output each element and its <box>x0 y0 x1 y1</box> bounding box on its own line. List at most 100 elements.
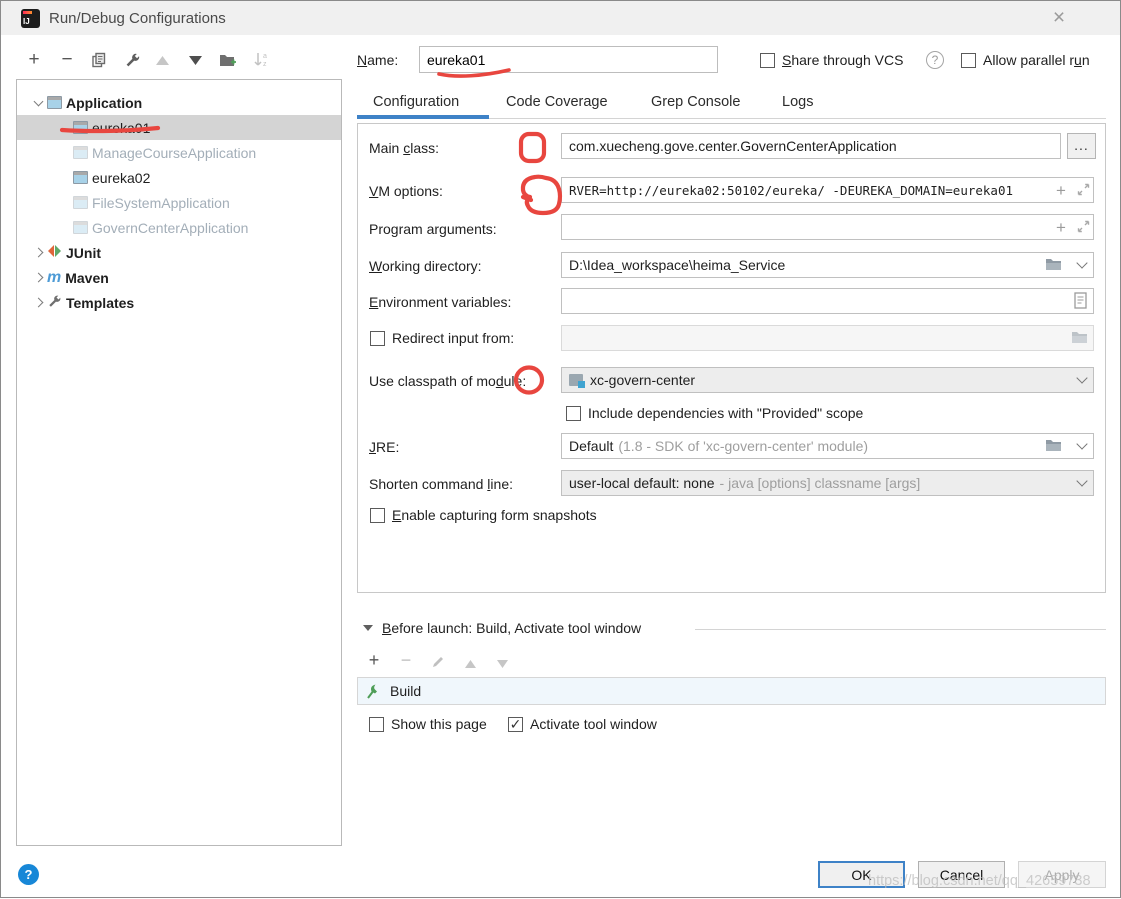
tab-logs[interactable]: Logs <box>782 94 813 110</box>
svg-text:a: a <box>263 53 267 60</box>
vm-options-add-icon[interactable]: + <box>1056 181 1066 201</box>
chevron-right-icon[interactable] <box>33 248 43 258</box>
tree-item-filesystemapplication[interactable]: FileSystemApplication <box>17 190 341 215</box>
tree-item-eureka01[interactable]: eureka01 <box>17 115 341 140</box>
tree-group-maven[interactable]: m Maven <box>17 265 341 290</box>
move-down-icon[interactable] <box>184 49 206 71</box>
program-arguments-add-icon[interactable]: + <box>1056 218 1066 238</box>
before-launch-remove-icon[interactable]: − <box>395 649 417 671</box>
shorten-cmd-combo[interactable]: user-local default: none - java [options… <box>561 470 1094 496</box>
share-vcs-label: Share through VCS <box>782 52 903 68</box>
jre-label: JRE: <box>369 439 399 455</box>
environment-variables-label: Environment variables: <box>369 294 511 310</box>
before-launch-down-icon[interactable] <box>491 653 513 675</box>
application-icon <box>73 146 88 159</box>
create-folder-icon[interactable] <box>217 49 239 71</box>
tree-item-label: eureka01 <box>92 120 150 136</box>
vm-options-field[interactable]: RVER=http://eureka02:50102/eureka/ -DEUR… <box>561 177 1094 203</box>
help-button[interactable]: ? <box>18 864 39 885</box>
tree-item-label: GovernCenterApplication <box>92 220 248 236</box>
redirect-input-field <box>561 325 1094 351</box>
redirect-input-checkbox[interactable] <box>370 331 385 346</box>
working-directory-folder-icon[interactable] <box>1045 258 1062 274</box>
remove-configuration-button[interactable]: − <box>56 49 78 71</box>
application-icon <box>73 196 88 209</box>
chevron-right-icon[interactable] <box>33 273 43 283</box>
main-class-value: com.xuecheng.gove.center.GovernCenterApp… <box>569 138 897 154</box>
environment-variables-field[interactable] <box>561 288 1094 314</box>
before-launch-divider <box>695 629 1106 630</box>
tab-grep-console[interactable]: Grep Console <box>651 94 740 110</box>
svg-text:z: z <box>263 61 267 68</box>
program-arguments-label: Program arguments: <box>369 221 497 237</box>
before-launch-up-icon[interactable] <box>459 653 481 675</box>
working-directory-field[interactable]: D:\Idea_workspace\heima_Service <box>561 252 1094 278</box>
program-arguments-expand-icon[interactable] <box>1077 220 1090 233</box>
vcs-help-icon[interactable]: ? <box>926 51 944 69</box>
name-input[interactable] <box>419 46 718 73</box>
application-icon <box>73 221 88 234</box>
before-launch-collapse-icon[interactable] <box>363 625 373 631</box>
share-vcs-checkbox[interactable] <box>760 53 775 68</box>
working-directory-label: Working directory: <box>369 258 482 274</box>
close-icon[interactable]: × <box>1044 7 1074 31</box>
move-up-icon[interactable] <box>151 49 173 71</box>
application-type-icon <box>47 96 62 109</box>
tree-group-templates[interactable]: Templates <box>17 290 341 315</box>
snapshots-label: Enable capturing form snapshots <box>392 507 597 523</box>
chevron-down-icon[interactable] <box>33 96 43 106</box>
environment-variables-browse-icon[interactable] <box>1074 292 1087 312</box>
program-arguments-field[interactable] <box>561 214 1094 240</box>
tab-code-coverage[interactable]: Code Coverage <box>506 94 608 110</box>
main-class-field[interactable]: com.xuecheng.gove.center.GovernCenterApp… <box>561 133 1061 159</box>
working-directory-value: D:\Idea_workspace\heima_Service <box>569 257 785 273</box>
provided-scope-checkbox[interactable] <box>566 406 581 421</box>
tree-item-governcenterapplication[interactable]: GovernCenterApplication <box>17 215 341 240</box>
tree-item-eureka02[interactable]: eureka02 <box>17 165 341 190</box>
snapshots-checkbox[interactable] <box>370 508 385 523</box>
activate-tool-window-checkbox[interactable]: ✓ <box>508 717 523 732</box>
allow-parallel-checkbox[interactable] <box>961 53 976 68</box>
vm-options-value: RVER=http://eureka02:50102/eureka/ -DEUR… <box>569 183 1013 198</box>
configurations-tree: Application eureka01 ManageCourseApplica… <box>16 79 342 846</box>
templates-wrench-icon <box>47 294 62 312</box>
before-launch-task-build[interactable]: Build <box>357 677 1106 705</box>
copy-configuration-icon[interactable] <box>88 49 110 71</box>
tree-group-application[interactable]: Application <box>17 90 341 115</box>
jre-value: Default <box>569 438 613 454</box>
tab-configuration[interactable]: Configuration <box>373 94 459 110</box>
sort-alphabetically-icon[interactable]: az <box>250 49 272 71</box>
redirect-input-label: Redirect input from: <box>392 330 514 346</box>
intellij-logo-icon: IJ <box>21 9 40 28</box>
tree-item-managecourseapplication[interactable]: ManageCourseApplication <box>17 140 341 165</box>
hammer-icon <box>366 683 382 699</box>
provided-scope-label: Include dependencies with "Provided" sco… <box>588 405 863 421</box>
tree-item-label: Maven <box>65 270 109 286</box>
name-label: Name: <box>357 52 398 68</box>
tree-group-junit[interactable]: JUnit <box>17 240 341 265</box>
application-icon <box>73 121 88 134</box>
add-configuration-button[interactable]: + <box>23 49 45 71</box>
allow-parallel-label: Allow parallel run <box>983 52 1090 68</box>
tree-item-label: FileSystemApplication <box>92 195 230 211</box>
tree-item-label: Application <box>66 95 142 111</box>
show-this-page-checkbox[interactable] <box>369 717 384 732</box>
before-launch-add-icon[interactable]: + <box>363 649 385 671</box>
tree-item-label: JUnit <box>66 245 101 261</box>
module-value: xc-govern-center <box>590 372 695 388</box>
before-launch-title: Before launch: Build, Activate tool wind… <box>382 620 641 636</box>
edit-templates-wrench-icon[interactable] <box>121 49 143 71</box>
vm-options-label: VM options: <box>369 183 443 199</box>
main-class-browse-button[interactable]: ... <box>1067 133 1096 159</box>
before-launch-edit-icon[interactable] <box>427 651 449 673</box>
chevron-right-icon[interactable] <box>33 298 43 308</box>
tree-item-label: ManageCourseApplication <box>92 145 256 161</box>
module-icon <box>569 374 583 386</box>
vm-options-expand-icon[interactable] <box>1077 183 1090 196</box>
jre-folder-icon[interactable] <box>1045 439 1062 455</box>
show-this-page-label: Show this page <box>391 716 487 732</box>
shorten-cmd-label: Shorten command line: <box>369 476 513 492</box>
jre-combo[interactable]: Default (1.8 - SDK of 'xc-govern-center'… <box>561 433 1094 459</box>
module-combo[interactable]: xc-govern-center <box>561 367 1094 393</box>
build-task-label: Build <box>390 683 421 699</box>
